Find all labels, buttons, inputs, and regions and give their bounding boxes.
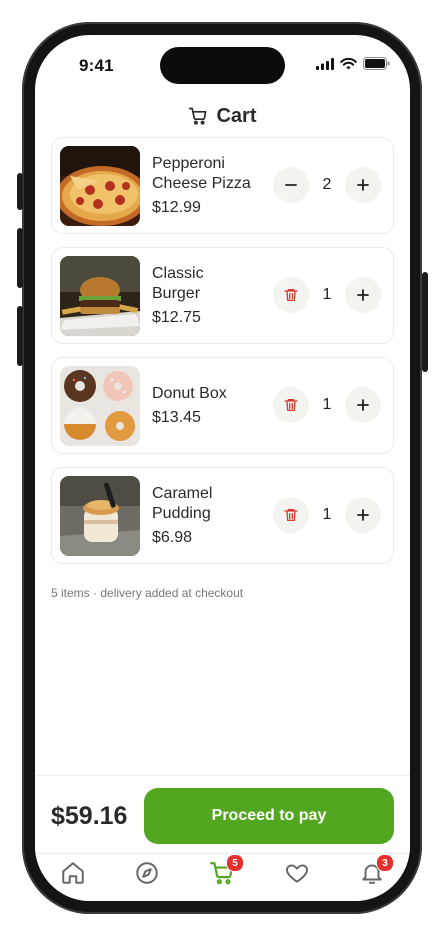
item-info: Classic Burger $12.75 — [152, 264, 264, 328]
item-name-line2: Burger — [152, 285, 201, 302]
decrease-button[interactable] — [273, 167, 309, 203]
cart-item-caramel-pudding: Caramel Pudding $6.98 1 — [51, 467, 394, 564]
cart-icon — [189, 107, 207, 125]
quantity-stepper: 1 — [273, 277, 381, 313]
page-header: Cart — [35, 101, 410, 131]
item-name: Donut Box — [152, 385, 227, 402]
page-title: Cart — [216, 104, 257, 127]
quantity-value: 1 — [322, 286, 332, 303]
proceed-to-pay-button[interactable]: Proceed to pay — [144, 788, 394, 844]
cart-item-donut-box: Donut Box $13.45 1 — [51, 357, 394, 454]
quantity-stepper: 1 — [273, 497, 381, 533]
volume-down-button — [17, 306, 23, 366]
tab-cart[interactable]: 5 — [209, 854, 244, 886]
plus-icon — [357, 399, 369, 411]
plus-icon — [357, 179, 369, 191]
quantity-value: 1 — [322, 506, 332, 523]
screen: 9:41 Cart Pepperoni Cheese Pizza $12.99 … — [35, 35, 410, 901]
tab-notifications[interactable]: 3 — [359, 854, 394, 886]
cart-total: $59.16 — [51, 802, 128, 830]
status-bar: 9:41 — [35, 35, 410, 95]
minus-icon — [285, 184, 297, 186]
quantity-stepper: 1 — [273, 387, 381, 423]
cart-badge: 5 — [226, 854, 244, 872]
item-info: Donut Box $13.45 — [152, 384, 264, 428]
trash-icon — [284, 399, 298, 411]
cart-item-burger: Classic Burger $12.75 1 — [51, 247, 394, 344]
item-price: $12.75 — [152, 309, 201, 326]
remove-button[interactable] — [273, 387, 309, 423]
tab-bar: 5 3 — [35, 853, 410, 901]
volume-up-button — [17, 228, 23, 288]
cart-item-pizza: Pepperoni Cheese Pizza $12.99 2 — [51, 137, 394, 234]
silent-switch — [17, 173, 23, 210]
checkout-bar: $59.16 Proceed to pay — [35, 775, 410, 854]
notification-badge: 3 — [376, 854, 394, 872]
remove-button[interactable] — [273, 277, 309, 313]
home-icon — [62, 862, 84, 884]
increase-button[interactable] — [345, 387, 381, 423]
tab-explore[interactable] — [134, 860, 160, 886]
heart-icon — [286, 864, 308, 883]
item-name: Classic Burger — [152, 264, 264, 304]
quantity-value: 1 — [322, 396, 332, 413]
increase-button[interactable] — [345, 167, 381, 203]
power-button — [422, 272, 428, 372]
plus-icon — [357, 509, 369, 521]
increase-button[interactable] — [345, 277, 381, 313]
item-name-line2: Pudding — [152, 505, 211, 522]
burger-image — [60, 256, 140, 336]
tab-favorites[interactable] — [284, 860, 310, 886]
item-name-line1: Caramel — [152, 485, 213, 502]
dynamic-island — [160, 47, 285, 84]
status-icons — [316, 57, 390, 70]
item-price: $12.99 — [152, 199, 201, 216]
cart-note: 5 items · delivery added at checkout — [51, 586, 244, 600]
donut-image — [60, 366, 140, 446]
item-name-line2: Cheese Pizza — [152, 175, 251, 192]
quantity-value: 2 — [322, 176, 332, 193]
item-name-line1: Classic — [152, 265, 204, 282]
battery-icon — [363, 57, 390, 70]
item-price: $6.98 — [152, 529, 193, 546]
item-name-line1: Pepperoni — [152, 155, 225, 172]
trash-icon — [284, 509, 298, 521]
tab-home[interactable] — [60, 860, 86, 886]
increase-button[interactable] — [345, 497, 381, 533]
item-price: $13.45 — [152, 409, 201, 426]
compass-icon — [136, 862, 158, 884]
item-info: Caramel Pudding $6.98 — [152, 484, 264, 548]
pudding-image — [60, 476, 140, 556]
item-info: Pepperoni Cheese Pizza $12.99 — [152, 154, 264, 218]
pizza-image — [60, 146, 140, 226]
quantity-stepper: 2 — [273, 167, 381, 203]
wifi-icon — [340, 57, 357, 69]
remove-button[interactable] — [273, 497, 309, 533]
signal-icon — [316, 57, 334, 70]
trash-icon — [284, 289, 298, 301]
item-name: Caramel Pudding — [152, 484, 264, 524]
item-name: Pepperoni Cheese Pizza — [152, 154, 264, 194]
status-time: 9:41 — [79, 56, 114, 75]
plus-icon — [357, 289, 369, 301]
